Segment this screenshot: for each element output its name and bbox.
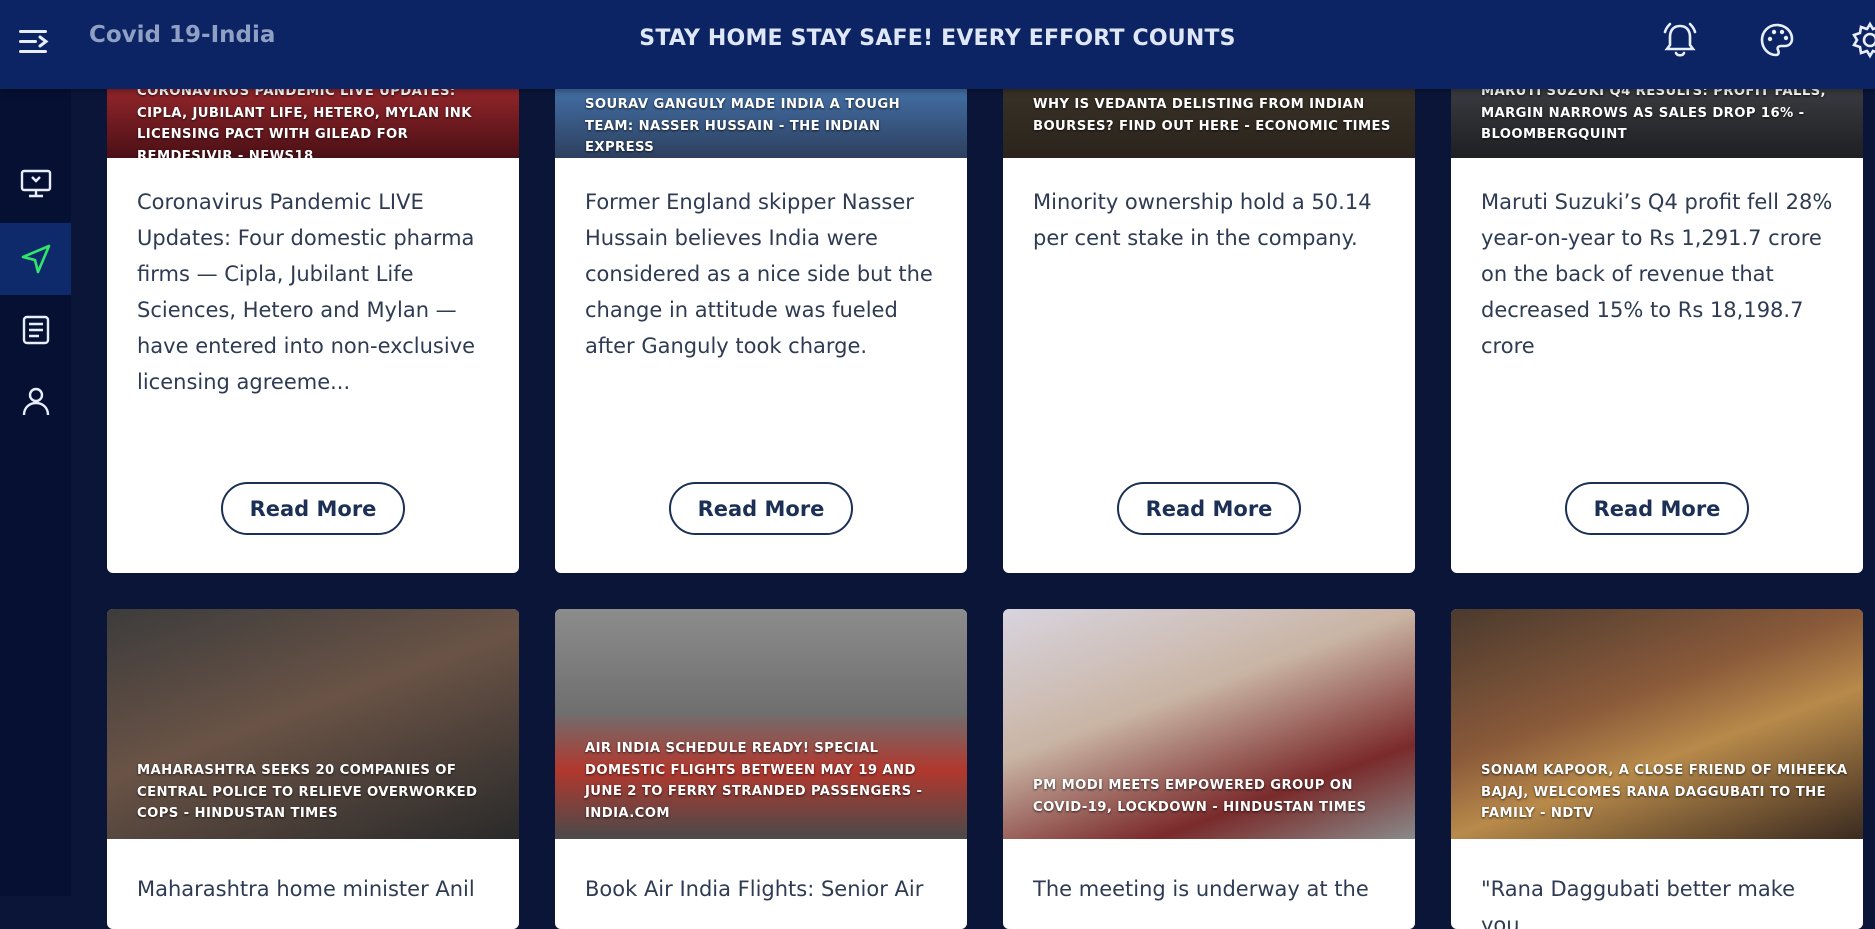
news-card: PM MODI MEETS EMPOWERED GROUP ON COVID-1… — [1003, 609, 1415, 929]
news-description: Maharashtra home minister Anil — [137, 877, 475, 901]
news-headline: WHY IS VEDANTA DELISTING FROM INDIAN BOU… — [1033, 97, 1391, 134]
news-image: SONAM KAPOOR, A CLOSE FRIEND OF MIHEEKA … — [1451, 609, 1863, 839]
sidebar-item-news[interactable] — [0, 223, 71, 295]
gear-icon[interactable] — [1848, 18, 1875, 62]
news-headline: AIR INDIA SCHEDULE READY! SPECIAL DOMEST… — [585, 741, 923, 821]
read-more-button[interactable]: Read More — [221, 482, 405, 535]
sidebar — [0, 89, 71, 896]
news-image: PM MODI MEETS EMPOWERED GROUP ON COVID-1… — [1003, 609, 1415, 839]
news-image: MAHARASHTRA SEEKS 20 COMPANIES OF CENTRA… — [107, 609, 519, 839]
user-icon — [22, 387, 49, 416]
sidebar-item-profile[interactable] — [0, 365, 71, 437]
news-description: Minority ownership hold a 50.14 per cent… — [1033, 190, 1372, 250]
news-headline: MAHARASHTRA SEEKS 20 COMPANIES OF CENTRA… — [137, 763, 478, 821]
sidebar-item-articles[interactable] — [0, 294, 71, 366]
news-description: Coronavirus Pandemic LIVE Updates: Four … — [137, 190, 476, 394]
send-icon — [21, 244, 50, 274]
news-card: AIR INDIA SCHEDULE READY! SPECIAL DOMEST… — [555, 609, 967, 929]
news-description: Former England skipper Nasser Hussain be… — [585, 190, 933, 358]
news-headline: PM MODI MEETS EMPOWERED GROUP ON COVID-1… — [1033, 778, 1367, 815]
article-icon — [22, 315, 49, 345]
app-title: Covid 19-India — [89, 22, 276, 48]
sidebar-item-dashboard[interactable] — [0, 147, 71, 219]
read-more-button[interactable]: Read More — [1565, 482, 1749, 535]
news-description: Book Air India Flights: Senior Air — [585, 877, 924, 901]
news-card: MAHARASHTRA SEEKS 20 COMPANIES OF CENTRA… — [107, 609, 519, 929]
news-description: The meeting is underway at the — [1033, 877, 1369, 901]
news-headline: SONAM KAPOOR, A CLOSE FRIEND OF MIHEEKA … — [1481, 763, 1848, 821]
news-grid: CORONAVIRUS PANDEMIC LIVE UPDATES: CIPLA… — [107, 0, 1875, 929]
top-app-bar: Covid 19-India STAY HOME STAY SAFE! EVER… — [0, 0, 1875, 89]
news-description: Maruti Suzuki’s Q4 profit fell 28% year-… — [1481, 190, 1833, 358]
news-headline: MARUTI SUZUKI Q4 RESULTS: PROFIT FALLS, … — [1481, 84, 1826, 142]
news-card: SONAM KAPOOR, A CLOSE FRIEND OF MIHEEKA … — [1451, 609, 1863, 929]
palette-icon[interactable] — [1755, 18, 1799, 62]
read-more-button[interactable]: Read More — [669, 482, 853, 535]
news-headline: SOURAV GANGULY MADE INDIA A TOUGH TEAM: … — [585, 97, 901, 155]
news-headline: CORONAVIRUS PANDEMIC LIVE UPDATES: CIPLA… — [137, 84, 472, 158]
news-image: AIR INDIA SCHEDULE READY! SPECIAL DOMEST… — [555, 609, 967, 839]
read-more-button[interactable]: Read More — [1117, 482, 1301, 535]
bell-icon[interactable] — [1658, 18, 1702, 62]
monitor-icon — [20, 169, 51, 198]
news-description: "Rana Daggubati better make you — [1481, 877, 1796, 929]
menu-icon[interactable] — [16, 24, 52, 60]
banner-text: STAY HOME STAY SAFE! EVERY EFFORT COUNTS — [639, 26, 1236, 51]
